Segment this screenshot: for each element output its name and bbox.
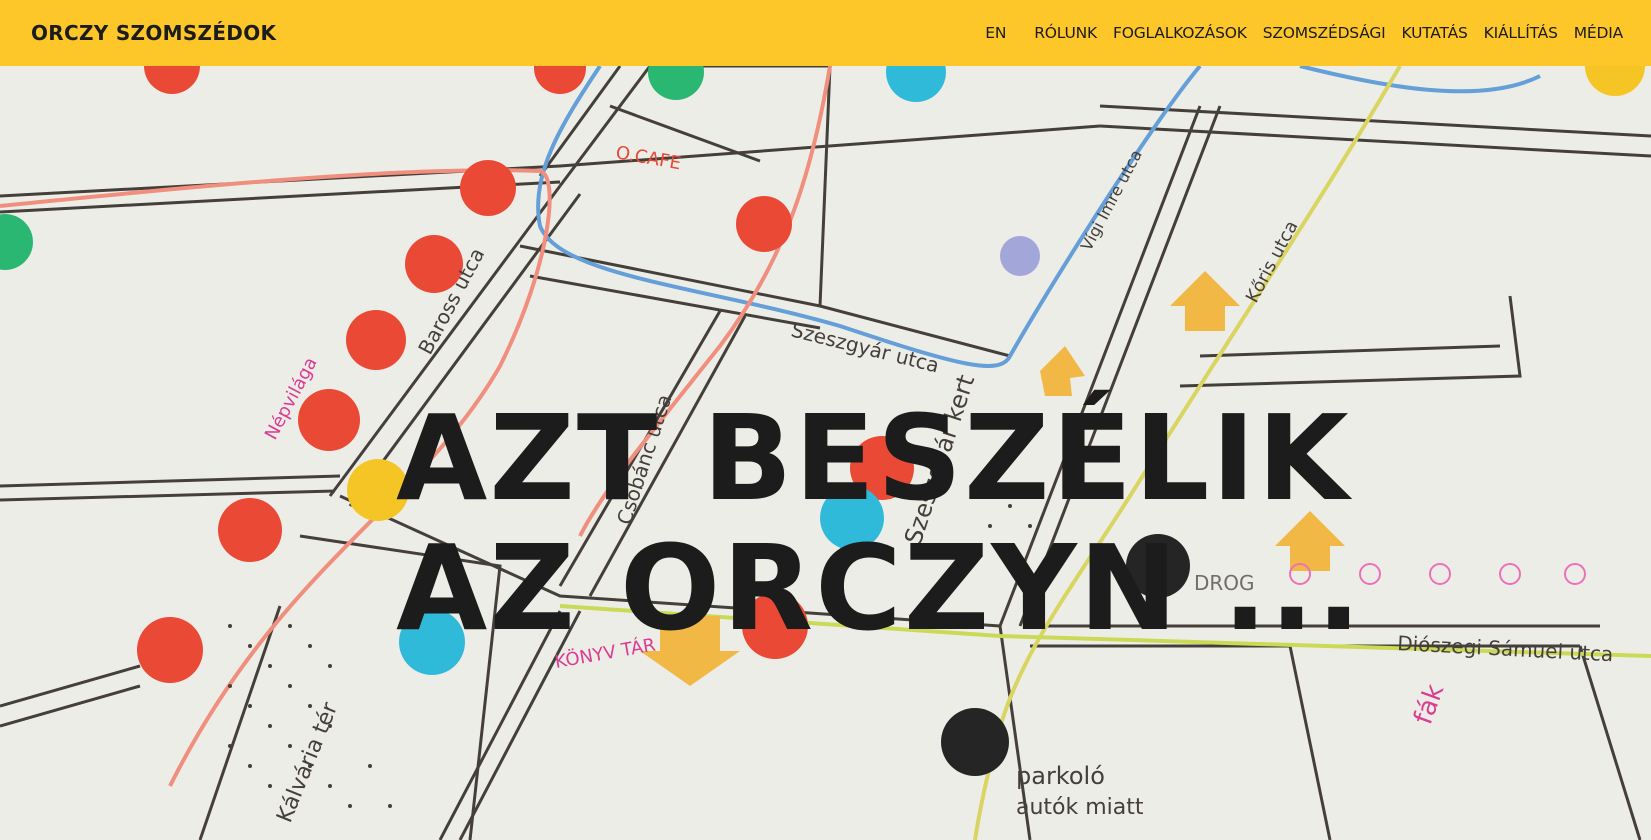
- hero-headline-line-1: AZT BESZÉLIK: [396, 389, 1351, 527]
- nav-item-szomszedsagi[interactable]: SZOMSZÉDSÁGI: [1255, 24, 1394, 42]
- nav-item-rolunk[interactable]: RÓLUNK: [1026, 24, 1105, 42]
- site-logo[interactable]: ORCZY SZOMSZÉDOK: [31, 21, 276, 45]
- hero-section: Baross utca Szeszgyár utca Csobánc utca …: [0, 66, 1651, 840]
- hero-headline-line-2: AZ ORCZYN ...: [396, 519, 1364, 657]
- nav-item-kutatas[interactable]: KUTATÁS: [1394, 24, 1476, 42]
- nav-item-foglalkozasok[interactable]: FOGLALKOZÁSOK: [1105, 24, 1255, 42]
- hero-headline: AZT BESZÉLIK AZ ORCZYN ...: [396, 393, 1363, 653]
- top-navigation-bar: ORCZY SZOMSZÉDOK EN RÓLUNK FOGLALKOZÁSOK…: [0, 0, 1651, 66]
- nav-item-kiallitas[interactable]: KIÁLLÍTÁS: [1476, 24, 1566, 42]
- main-nav: EN RÓLUNK FOGLALKOZÁSOK SZOMSZÉDSÁGI KUT…: [977, 24, 1631, 42]
- language-switch-en[interactable]: EN: [977, 24, 1014, 42]
- nav-item-media[interactable]: MÉDIA: [1566, 24, 1631, 42]
